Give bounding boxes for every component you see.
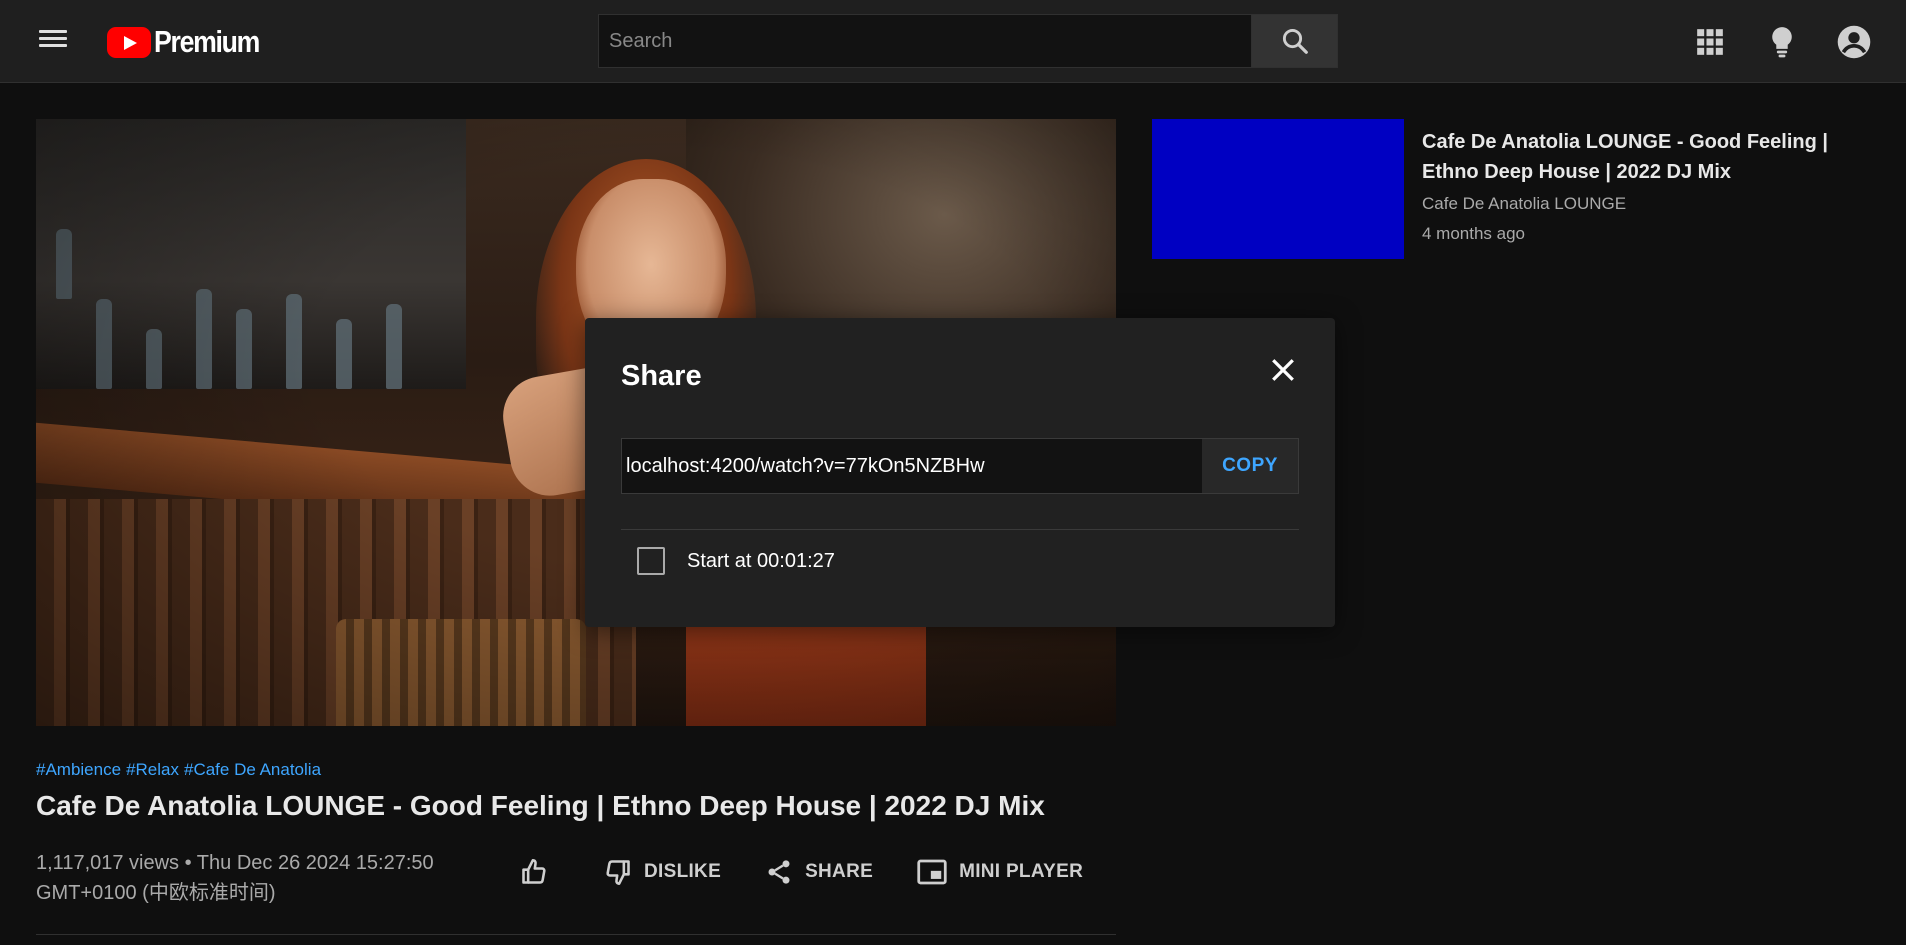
account-button[interactable] xyxy=(1836,24,1872,60)
search-icon xyxy=(1282,28,1308,54)
share-button[interactable]: SHARE xyxy=(765,858,873,886)
share-dialog: Share COPY Start at 00:01:27 xyxy=(585,318,1335,627)
info-divider xyxy=(36,934,1116,935)
video-views-date: 1,117,017 views • Thu Dec 26 2024 15:27:… xyxy=(36,852,434,874)
logo[interactable]: Premium xyxy=(107,24,276,60)
tag-link[interactable]: #Ambience xyxy=(36,760,121,779)
close-icon xyxy=(1272,359,1294,381)
top-bar: Premium xyxy=(0,0,1906,83)
close-dialog-button[interactable] xyxy=(1265,352,1301,388)
youtube-logo-icon xyxy=(107,26,151,58)
menu-icon[interactable] xyxy=(36,26,70,56)
recommended-video-title[interactable]: Cafe De Anatolia LOUNGE - Good Feeling |… xyxy=(1422,127,1882,187)
search-input[interactable] xyxy=(598,14,1251,68)
lightbulb-icon xyxy=(1772,27,1792,58)
recommended-video-age: 4 months ago xyxy=(1422,224,1526,243)
apps-grid-button[interactable] xyxy=(1692,24,1728,60)
account-icon xyxy=(1837,25,1871,59)
share-icon xyxy=(768,860,790,884)
share-dialog-title: Share xyxy=(621,360,702,392)
like-button[interactable] xyxy=(520,858,560,886)
search-bar xyxy=(598,14,1338,68)
mini-player-button[interactable]: MINI PLAYER xyxy=(917,859,1083,885)
dislike-label: DISLIKE xyxy=(644,861,722,882)
theme-toggle-button[interactable] xyxy=(1764,24,1800,60)
video-title: Cafe De Anatolia LOUNGE - Good Feeling |… xyxy=(36,790,1045,821)
recommended-video-item[interactable]: Cafe De Anatolia LOUNGE - Good Feeling |… xyxy=(1152,119,1892,259)
copy-button[interactable]: COPY xyxy=(1202,439,1298,493)
logo-text: Premium xyxy=(154,24,260,59)
share-dialog-divider xyxy=(621,529,1299,530)
mini-player-label: MINI PLAYER xyxy=(959,861,1084,882)
thumbs-down-icon xyxy=(606,860,630,885)
dislike-button[interactable]: DISLIKE xyxy=(604,858,721,886)
share-url-input[interactable] xyxy=(622,439,1202,493)
start-at-row: Start at 00:01:27 xyxy=(637,547,835,575)
apps-grid-icon xyxy=(1697,29,1723,55)
video-tags: #Ambience #Relax #Cafe De Anatolia xyxy=(36,760,326,780)
recommended-video-channel: Cafe De Anatolia LOUNGE xyxy=(1422,194,1627,213)
tag-link[interactable]: #Cafe De Anatolia xyxy=(184,760,321,779)
start-at-label: Start at 00:01:27 xyxy=(687,549,835,572)
video-actions: DISLIKE SHARE MINI PLAYER xyxy=(520,858,1127,886)
share-label: SHARE xyxy=(805,861,874,882)
share-url-box: COPY xyxy=(621,438,1299,494)
thumbs-up-icon xyxy=(522,859,546,884)
mini-player-icon xyxy=(917,859,947,885)
start-at-checkbox[interactable] xyxy=(637,547,665,575)
tag-link[interactable]: #Relax xyxy=(126,760,179,779)
search-button[interactable] xyxy=(1251,14,1338,68)
video-meta: 1,117,017 views • Thu Dec 26 2024 15:27:… xyxy=(36,848,516,908)
video-timezone: GMT+0100 (中欧标准时间) xyxy=(36,882,276,904)
recommended-video-thumbnail[interactable] xyxy=(1152,119,1404,259)
